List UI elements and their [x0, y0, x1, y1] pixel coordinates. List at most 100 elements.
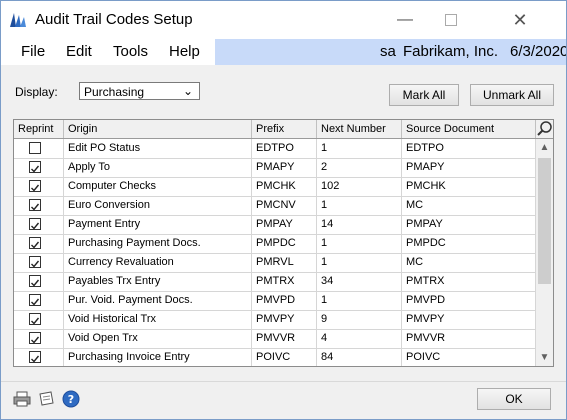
- table-row[interactable]: Currency Revaluation PMRVL 1 MC: [14, 253, 536, 273]
- reprint-checkbox[interactable]: [29, 218, 41, 230]
- reprint-checkbox[interactable]: [29, 142, 41, 154]
- display-value: Purchasing: [84, 85, 145, 99]
- prefix-cell: PMVPD: [252, 291, 317, 310]
- reprint-checkbox[interactable]: [29, 237, 41, 249]
- table-row[interactable]: Euro Conversion PMCNV 1 MC: [14, 196, 536, 216]
- user-id: sa: [380, 43, 396, 60]
- table-row[interactable]: Payment Entry PMPAY 14 PMPAY: [14, 215, 536, 235]
- chevron-down-icon: ⌄: [182, 84, 193, 98]
- menu-file[interactable]: File: [21, 43, 45, 60]
- mark-all-button[interactable]: Mark All: [389, 84, 459, 106]
- origin-cell: Currency Revaluation: [64, 253, 252, 272]
- source-document-cell: PMPDC: [402, 234, 536, 253]
- next-number-cell: 14: [317, 215, 402, 234]
- unmark-all-button[interactable]: Unmark All: [470, 84, 554, 106]
- origin-cell: Edit PO Status: [64, 139, 252, 158]
- reprint-checkbox[interactable]: [29, 256, 41, 268]
- next-number-cell: 1: [317, 291, 402, 310]
- note-icon[interactable]: [37, 390, 55, 408]
- prefix-cell: PMAPY: [252, 158, 317, 177]
- prefix-cell: PMVPY: [252, 310, 317, 329]
- source-document-cell: PMVPY: [402, 310, 536, 329]
- table-row[interactable]: Computer Checks PMCHK 102 PMCHK: [14, 177, 536, 197]
- scroll-thumb[interactable]: [538, 158, 551, 284]
- scroll-down-icon[interactable]: ▼: [536, 349, 553, 366]
- table-row[interactable]: Purchasing Payment Docs. PMPDC 1 PMPDC: [14, 234, 536, 254]
- source-document-cell: PMPAY: [402, 215, 536, 234]
- table-row[interactable]: Pur. Void. Payment Docs. PMVPD 1 PMVPD: [14, 291, 536, 311]
- menu-edit[interactable]: Edit: [66, 43, 92, 60]
- checkmark-icon: [31, 184, 40, 192]
- source-document-cell: MC: [402, 196, 536, 215]
- reprint-checkbox[interactable]: [29, 199, 41, 211]
- checkmark-icon: [31, 298, 40, 306]
- reprint-checkbox[interactable]: [29, 180, 41, 192]
- source-document-cell: MC: [402, 253, 536, 272]
- source-document-cell: PMTRX: [402, 272, 536, 291]
- reprint-checkbox[interactable]: [29, 313, 41, 325]
- menu-help[interactable]: Help: [169, 43, 200, 60]
- minimize-icon: —: [397, 11, 413, 28]
- minimize-button[interactable]: —: [382, 1, 428, 39]
- reprint-cell: [14, 158, 64, 177]
- table-row[interactable]: Apply To PMAPY 2 PMAPY: [14, 158, 536, 178]
- checkmark-icon: [31, 203, 40, 211]
- window-footer: ? OK: [1, 381, 566, 419]
- prefix-cell: PMPAY: [252, 215, 317, 234]
- dynamics-gp-logo-icon: [10, 13, 26, 27]
- origin-cell: Payment Entry: [64, 215, 252, 234]
- next-number-cell: 4: [317, 329, 402, 348]
- checkmark-icon: [31, 355, 40, 363]
- origin-cell: Pur. Void. Payment Docs.: [64, 291, 252, 310]
- window-title: Audit Trail Codes Setup: [35, 11, 193, 28]
- user-date: 6/3/2020: [510, 43, 567, 60]
- header-next-number[interactable]: Next Number: [317, 120, 402, 138]
- source-document-cell: PMVVR: [402, 329, 536, 348]
- source-document-cell: PMAPY: [402, 158, 536, 177]
- next-number-cell: 1: [317, 234, 402, 253]
- reprint-cell: [14, 234, 64, 253]
- reprint-cell: [14, 310, 64, 329]
- scroll-up-icon[interactable]: ▲: [536, 139, 553, 156]
- header-source-document[interactable]: Source Document: [402, 120, 536, 138]
- reprint-cell: [14, 291, 64, 310]
- menu-tools[interactable]: Tools: [113, 43, 148, 60]
- reprint-checkbox[interactable]: [29, 351, 41, 363]
- reprint-checkbox[interactable]: [29, 332, 41, 344]
- help-icon[interactable]: ?: [62, 390, 80, 408]
- reprint-checkbox[interactable]: [29, 275, 41, 287]
- reprint-cell: [14, 329, 64, 348]
- magnifier-icon[interactable]: [536, 120, 553, 138]
- reprint-cell: [14, 253, 64, 272]
- prefix-cell: PMPDC: [252, 234, 317, 253]
- table-row[interactable]: Void Open Trx PMVVR 4 PMVVR: [14, 329, 536, 349]
- origin-cell: Void Open Trx: [64, 329, 252, 348]
- prefix-cell: PMCHK: [252, 177, 317, 196]
- table-row[interactable]: Edit PO Status EDTPO 1 EDTPO: [14, 139, 536, 159]
- table-row[interactable]: Payables Trx Entry PMTRX 34 PMTRX: [14, 272, 536, 292]
- next-number-cell: 84: [317, 348, 402, 366]
- table-row[interactable]: Purchasing Invoice Entry POIVC 84 POIVC: [14, 348, 536, 366]
- display-label: Display:: [15, 85, 58, 99]
- header-reprint[interactable]: Reprint: [14, 120, 64, 138]
- source-document-cell: EDTPO: [402, 139, 536, 158]
- display-dropdown[interactable]: Purchasing ⌄: [79, 82, 200, 100]
- prefix-cell: PMVVR: [252, 329, 317, 348]
- next-number-cell: 9: [317, 310, 402, 329]
- reprint-checkbox[interactable]: [29, 161, 41, 173]
- reprint-checkbox[interactable]: [29, 294, 41, 306]
- next-number-cell: 1: [317, 253, 402, 272]
- vertical-scrollbar[interactable]: ▲ ▼: [536, 139, 553, 366]
- table-row[interactable]: Void Historical Trx PMVPY 9 PMVPY: [14, 310, 536, 330]
- header-origin[interactable]: Origin: [64, 120, 252, 138]
- checkmark-icon: [31, 241, 40, 249]
- origin-cell: Purchasing Payment Docs.: [64, 234, 252, 253]
- next-number-cell: 1: [317, 196, 402, 215]
- maximize-button[interactable]: [428, 1, 474, 39]
- ok-button[interactable]: OK: [477, 388, 551, 410]
- close-button[interactable]: ✕: [474, 1, 566, 39]
- header-prefix[interactable]: Prefix: [252, 120, 317, 138]
- checkmark-icon: [31, 336, 40, 344]
- origin-cell: Purchasing Invoice Entry: [64, 348, 252, 366]
- printer-icon[interactable]: [13, 390, 31, 408]
